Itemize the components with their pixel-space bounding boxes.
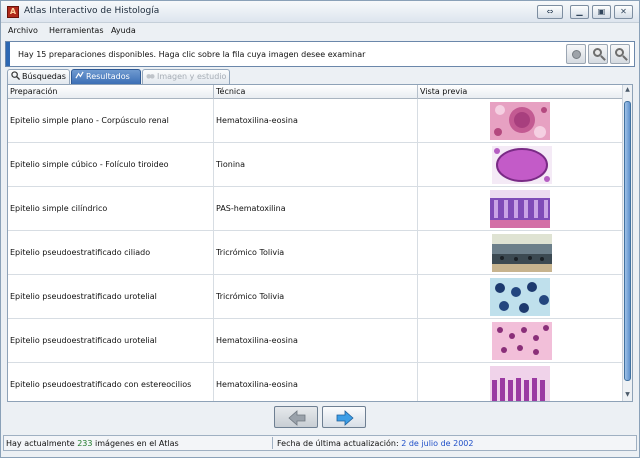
preview-thumbnail[interactable] — [490, 102, 550, 140]
column-preparacion[interactable]: Preparación — [8, 85, 214, 99]
tab-label: Imagen y estudio — [157, 72, 227, 81]
table-header: Preparación Técnica Vista previa — [8, 85, 623, 99]
menu-herramientas[interactable]: Herramientas — [49, 26, 104, 35]
status-separator — [272, 437, 273, 449]
maximize-icon: ▣ — [597, 7, 606, 16]
minimize-icon: ▁ — [576, 7, 583, 16]
app-window: A Atlas Interactivo de Histología ⇔ ▁ ▣ … — [0, 0, 640, 458]
preparation-cell: Epitelio simple cilíndrico — [8, 187, 214, 231]
maximize-button[interactable]: ▣ — [592, 5, 611, 19]
image-count-status: Hay actualmente 233 imágenes en el Atlas — [6, 439, 179, 448]
table-row[interactable]: Epitelio pseudoestratificado urotelial T… — [8, 275, 623, 319]
magnifier-icon — [11, 71, 20, 80]
preparation-cell: Epitelio simple plano - Corpúsculo renal — [8, 99, 214, 143]
status-text: imágenes en el Atlas — [92, 439, 179, 448]
last-update-status: Fecha de última actualización: 2 de juli… — [277, 439, 473, 448]
preparation-cell: Epitelio pseudoestratificado ciliado — [8, 231, 214, 275]
stop-circle-icon — [572, 50, 581, 59]
menu-ayuda[interactable]: Ayuda — [111, 26, 136, 35]
column-vista-previa[interactable]: Vista previa — [418, 85, 623, 99]
menu-archivo[interactable]: Archivo — [8, 26, 38, 35]
update-label: Fecha de última actualización: — [277, 439, 402, 448]
next-button[interactable] — [322, 406, 366, 428]
tab-busquedas[interactable]: Búsquedas — [7, 69, 70, 84]
stop-button[interactable] — [566, 44, 586, 64]
table-row[interactable]: Epitelio pseudoestratificado con estereo… — [8, 363, 623, 402]
status-text: Hay actualmente — [6, 439, 78, 448]
scroll-up-icon[interactable]: ▲ — [623, 85, 632, 95]
update-date: 2 de julio de 2002 — [401, 439, 474, 448]
preview-thumbnail[interactable] — [492, 234, 552, 272]
close-icon: ✕ — [620, 7, 627, 16]
tab-label: Resultados — [86, 72, 130, 81]
restore-layout-button[interactable]: ⇔ — [537, 5, 563, 19]
preparation-cell: Epitelio pseudoestratificado urotelial — [8, 319, 214, 363]
preparation-cell: Epitelio pseudoestratificado urotelial — [8, 275, 214, 319]
table-scrollbar[interactable]: ▲ ▼ — [622, 85, 632, 401]
preview-thumbnail[interactable] — [490, 278, 550, 316]
close-button[interactable]: ✕ — [614, 5, 633, 19]
info-accent-stripe — [6, 42, 10, 66]
technique-cell: Hematoxilina-eosina — [214, 363, 418, 401]
technique-cell: PAS-hematoxilina — [214, 187, 418, 231]
window-controls: ⇔ ▁ ▣ ✕ — [537, 5, 633, 19]
arrow-right-icon — [336, 410, 354, 426]
image-tools — [566, 44, 630, 64]
tab-resultados[interactable]: Resultados — [71, 69, 141, 84]
zoom-handle — [622, 55, 628, 61]
swap-icon: ⇔ — [546, 7, 554, 16]
results-table: Preparación Técnica Vista previa Epiteli… — [7, 84, 633, 402]
preview-thumbnail[interactable] — [492, 322, 552, 360]
tab-label: Búsquedas — [22, 72, 66, 81]
table-row[interactable]: Epitelio simple plano - Corpúsculo renal… — [8, 99, 623, 143]
menu-bar: Archivo Herramientas Ayuda — [1, 24, 639, 39]
image-count: 233 — [77, 439, 93, 448]
tab-imagen-estudio[interactable]: Imagen y estudio — [142, 69, 230, 84]
results-icon — [75, 71, 84, 79]
previous-button[interactable] — [274, 406, 318, 428]
tab-strip: Búsquedas Resultados Imagen y estudio — [7, 69, 637, 84]
technique-cell: Hematoxilina-eosina — [214, 319, 418, 363]
table-row[interactable]: Epitelio pseudoestratificado urotelial H… — [8, 319, 623, 363]
table-row[interactable]: Epitelio simple cilíndrico PAS-hematoxil… — [8, 187, 623, 231]
preparation-cell: Epitelio simple cúbico - Folículo tiroid… — [8, 143, 214, 187]
preparation-cell: Epitelio pseudoestratificado con estereo… — [8, 363, 214, 401]
preview-thumbnail[interactable] — [490, 366, 550, 402]
preview-thumbnail[interactable] — [492, 146, 552, 184]
binoculars-icon — [146, 74, 155, 79]
info-bar: Hay 15 preparaciones disponibles. Haga c… — [5, 41, 635, 67]
technique-cell: Tionina — [214, 143, 418, 187]
technique-cell: Tricrómico Tolivia — [214, 275, 418, 319]
arrow-left-icon — [288, 410, 306, 426]
table-row[interactable]: Epitelio simple cúbico - Folículo tiroid… — [8, 143, 623, 187]
scroll-down-icon[interactable]: ▼ — [623, 390, 632, 400]
title-bar: A Atlas Interactivo de Histología ⇔ ▁ ▣ … — [1, 1, 639, 23]
column-tecnica[interactable]: Técnica — [214, 85, 418, 99]
atlas-app-icon: A — [7, 6, 19, 18]
technique-cell: Tricrómico Tolivia — [214, 231, 418, 275]
technique-cell: Hematoxilina-eosina — [214, 99, 418, 143]
navigation-bar — [1, 403, 639, 433]
status-bar: Hay actualmente 233 imágenes en el Atlas… — [3, 435, 637, 451]
preview-thumbnail[interactable] — [490, 190, 550, 228]
table-row[interactable]: Epitelio pseudoestratificado ciliado Tri… — [8, 231, 623, 275]
zoom-in-button[interactable] — [588, 44, 608, 64]
scrollbar-thumb[interactable] — [624, 101, 631, 381]
zoom-out-button[interactable] — [610, 44, 630, 64]
info-message: Hay 15 preparaciones disponibles. Haga c… — [18, 50, 366, 59]
minimize-button[interactable]: ▁ — [570, 5, 589, 19]
zoom-handle — [600, 55, 606, 61]
window-title: Atlas Interactivo de Histología — [24, 6, 160, 16]
